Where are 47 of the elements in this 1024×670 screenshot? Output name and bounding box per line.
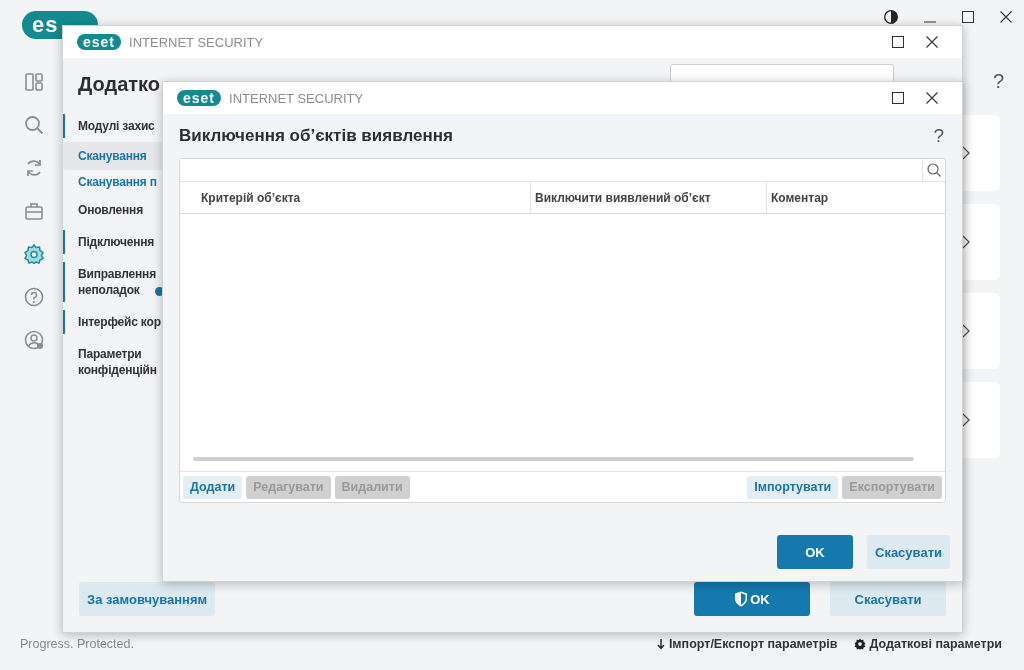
help-icon[interactable]: ? [933, 125, 944, 147]
help-icon[interactable] [24, 287, 44, 307]
toolbar-button[interactable]: Імпортувати [747, 475, 839, 499]
close-icon[interactable] [926, 92, 938, 104]
maximize-icon[interactable] [892, 92, 904, 104]
advanced-settings-link[interactable]: Додаткові параметри [853, 637, 1002, 651]
help-icon[interactable]: ? [992, 70, 1004, 93]
search-icon[interactable] [927, 163, 941, 177]
maximize-icon[interactable] [962, 11, 974, 23]
ok-button[interactable]: OK [694, 582, 810, 616]
page-heading: Додатко [77, 72, 161, 96]
sidebar-subitem[interactable]: Сканування п [63, 170, 163, 194]
contrast-icon[interactable] [884, 10, 898, 24]
brand-logo: eset [177, 90, 222, 106]
brand-logo: eset [77, 34, 122, 50]
sidebar-item[interactable]: Модулі захис [63, 110, 163, 142]
maximize-icon[interactable] [892, 36, 904, 48]
window-title: INTERNET SECURITY [129, 34, 264, 50]
refresh-icon[interactable] [24, 158, 44, 178]
gear-icon [853, 638, 866, 650]
ok-button[interactable]: OK [777, 535, 853, 569]
toolbar-button[interactable]: Додати [183, 475, 243, 499]
default-button[interactable]: За замовчуванням [79, 582, 216, 616]
column-header[interactable]: Коментар [766, 182, 945, 213]
column-header[interactable]: Критерій об’єкта [180, 182, 530, 213]
sidebar-item[interactable]: Інтерфейс кор [63, 306, 163, 338]
dialog-heading: Виключення об’єктів виявлення [179, 126, 453, 146]
status-text: Progress. Protected. [20, 637, 134, 651]
search-icon[interactable] [24, 115, 44, 135]
sidebar-item[interactable]: Підключення [63, 226, 163, 258]
cancel-button[interactable]: Скасувати [830, 582, 946, 616]
import-export-link[interactable]: Імпорт/Експорт параметрів [656, 637, 838, 651]
window-title: INTERNET SECURITY [229, 90, 364, 106]
column-header[interactable]: Виключити виявлений об’єкт [530, 182, 766, 213]
sidebar-item[interactable]: Оновлення [63, 194, 163, 226]
briefcase-icon[interactable] [24, 201, 44, 221]
scrollbar[interactable] [193, 457, 914, 461]
close-icon[interactable] [1000, 11, 1012, 23]
cancel-button[interactable]: Скасувати [867, 535, 950, 569]
download-icon [656, 638, 665, 650]
close-icon[interactable] [926, 36, 938, 48]
shield-icon [734, 591, 749, 607]
dashboard-icon[interactable] [24, 72, 44, 92]
gear-icon[interactable] [24, 244, 44, 264]
user-icon[interactable] [24, 330, 44, 350]
sidebar-item[interactable]: Виправлення неполадок [63, 258, 168, 306]
sidebar-subitem[interactable]: Сканування [63, 142, 163, 170]
